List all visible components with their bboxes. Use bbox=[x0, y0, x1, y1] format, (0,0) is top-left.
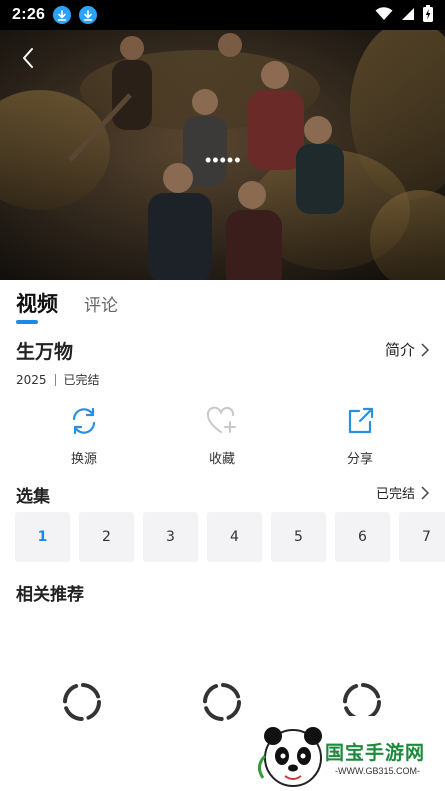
episode-list: 1 2 3 4 5 6 7 bbox=[15, 512, 445, 562]
show-status: 已完结 bbox=[63, 373, 100, 387]
episode-item[interactable]: 2 bbox=[79, 512, 134, 562]
switch-source-button[interactable]: 换源 bbox=[15, 404, 153, 467]
show-title: 生万物 bbox=[16, 341, 74, 363]
meta-divider bbox=[54, 373, 56, 386]
wifi-icon bbox=[375, 6, 393, 25]
refresh-icon bbox=[67, 404, 101, 438]
watermark-url: -WWW.GB315.COM- bbox=[335, 766, 420, 776]
loading-spinner-icon bbox=[203, 683, 241, 721]
chevron-right-icon bbox=[421, 485, 429, 500]
episode-item[interactable]: 7 bbox=[399, 512, 445, 562]
chevron-right-icon bbox=[421, 342, 429, 357]
share-button[interactable]: 分享 bbox=[291, 404, 429, 467]
download-icon bbox=[53, 6, 72, 24]
watermark-brand: 国宝手游网 bbox=[325, 742, 426, 764]
video-player[interactable]: ••••• bbox=[0, 30, 445, 280]
share-icon bbox=[343, 404, 377, 438]
intro-link[interactable]: 简介 bbox=[385, 339, 429, 360]
episode-item[interactable]: 1 bbox=[15, 512, 70, 562]
back-button[interactable] bbox=[14, 44, 42, 72]
tab-video[interactable]: 视频 bbox=[16, 288, 58, 318]
favorite-button[interactable]: 收藏 bbox=[153, 404, 291, 467]
action-row: 换源 收藏 分享 bbox=[0, 404, 445, 467]
episode-item[interactable]: 3 bbox=[143, 512, 198, 562]
loading-indicator: ••••• bbox=[205, 150, 242, 170]
show-year: 2025 bbox=[16, 372, 47, 387]
episode-item[interactable]: 6 bbox=[335, 512, 390, 562]
episode-item[interactable]: 4 bbox=[207, 512, 262, 562]
tab-comments[interactable]: 评论 bbox=[84, 291, 118, 316]
tab-bar: 视频 评论 bbox=[16, 288, 118, 318]
status-time: 2:26 bbox=[12, 6, 46, 23]
episode-item[interactable]: 5 bbox=[271, 512, 326, 562]
tab-indicator bbox=[16, 320, 38, 324]
chevron-left-icon bbox=[23, 48, 33, 68]
signal-icon bbox=[401, 6, 415, 25]
battery-icon bbox=[423, 4, 433, 26]
site-watermark: 国宝手游网 -WWW.GB315.COM- bbox=[245, 716, 445, 791]
share-label: 分享 bbox=[346, 452, 373, 467]
status-bar: 2:26 bbox=[0, 0, 445, 30]
episodes-status: 已完结 bbox=[375, 487, 415, 502]
recommendations-header: 相关推荐 bbox=[16, 585, 84, 605]
download-icon bbox=[79, 6, 98, 24]
loading-spinner-icon bbox=[63, 683, 101, 721]
favorite-label: 收藏 bbox=[208, 452, 235, 467]
heart-plus-icon bbox=[205, 404, 239, 438]
intro-label: 简介 bbox=[384, 341, 415, 359]
show-meta: 2025 已完结 bbox=[16, 371, 100, 388]
switch-source-label: 换源 bbox=[70, 452, 97, 467]
episodes-header: 选集 bbox=[16, 487, 50, 507]
episodes-more-link[interactable]: 已完结 bbox=[376, 483, 429, 502]
